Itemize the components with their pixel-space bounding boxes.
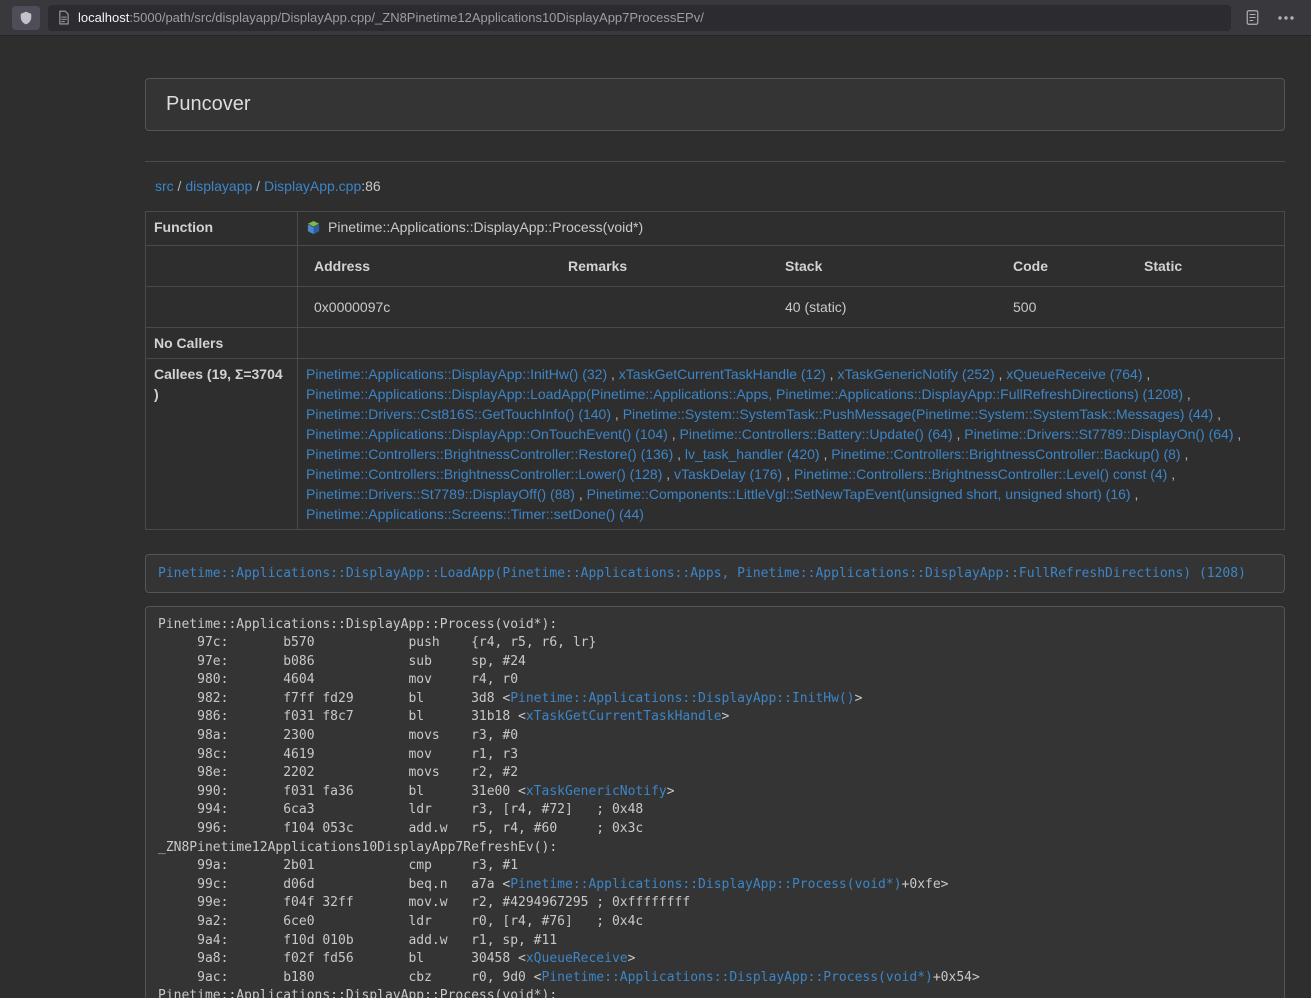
shield-icon bbox=[19, 10, 33, 26]
empty-label-cell bbox=[146, 286, 298, 327]
callee-separator: , bbox=[607, 366, 619, 382]
empty-label-cell bbox=[146, 245, 298, 286]
callee-separator: , bbox=[953, 426, 965, 442]
callee-link[interactable]: Pinetime::Controllers::BrightnessControl… bbox=[306, 466, 662, 482]
breadcrumb-separator: / bbox=[174, 178, 186, 194]
callees-list: Pinetime::Applications::DisplayApp::Init… bbox=[306, 364, 1276, 524]
callee-link[interactable]: Pinetime::Components::LittleVgl::SetNewT… bbox=[587, 486, 1131, 502]
callee-link[interactable]: Pinetime::Applications::DisplayApp::OnTo… bbox=[306, 426, 668, 442]
callee-link[interactable]: xTaskGetCurrentTaskHandle (12) bbox=[619, 366, 826, 382]
selected-callee-link[interactable]: Pinetime::Applications::DisplayApp::Load… bbox=[158, 566, 1246, 581]
callee-separator: , bbox=[1167, 466, 1175, 482]
reader-mode-icon bbox=[1245, 9, 1260, 26]
function-name: Pinetime::Applications::DisplayApp::Proc… bbox=[328, 217, 643, 237]
symbol-link[interactable]: xTaskGenericNotify bbox=[526, 784, 667, 799]
stat-value-stack: 40 (static) bbox=[777, 292, 1005, 322]
callee-link[interactable]: vTaskDelay (176) bbox=[674, 466, 782, 482]
callee-separator: , bbox=[673, 446, 685, 462]
callee-separator: , bbox=[1213, 406, 1221, 422]
callee-link[interactable]: xQueueReceive (764) bbox=[1006, 366, 1142, 382]
stat-header-stack: Stack bbox=[777, 251, 1005, 281]
callers-cell bbox=[298, 327, 1285, 358]
callee-separator: , bbox=[995, 366, 1007, 382]
menu-icon bbox=[1277, 15, 1295, 21]
table-row: Callees (19, Σ=3704 ) Pinetime::Applicat… bbox=[146, 358, 1285, 529]
browser-toolbar: localhost:5000/path/src/displayapp/Displ… bbox=[0, 0, 1311, 36]
cube-icon bbox=[306, 220, 321, 235]
callee-link[interactable]: Pinetime::Controllers::Battery::Update()… bbox=[680, 426, 953, 442]
table-row: 0x0000097c 40 (static)500 bbox=[146, 286, 1285, 327]
callee-separator: , bbox=[1183, 386, 1191, 402]
callee-link[interactable]: Pinetime::System::SystemTask::PushMessag… bbox=[623, 406, 1214, 422]
url-path: :5000/path/src/displayapp/DisplayApp.cpp… bbox=[129, 10, 704, 25]
breadcrumb-line-number: :86 bbox=[361, 178, 380, 194]
table-row: AddressRemarksStackCodeStatic bbox=[146, 245, 1285, 286]
breadcrumb-link-displayapp[interactable]: displayapp bbox=[185, 178, 252, 194]
callee-separator: , bbox=[662, 466, 674, 482]
stat-header-static: Static bbox=[1136, 251, 1276, 281]
stat-header-address: Address bbox=[306, 251, 560, 281]
symbol-link[interactable]: Pinetime::Applications::DisplayApp::Proc… bbox=[542, 970, 933, 985]
callee-separator: , bbox=[668, 426, 680, 442]
symbol-link[interactable]: Pinetime::Applications::DisplayApp::Init… bbox=[510, 691, 854, 706]
callee-link[interactable]: Pinetime::Controllers::BrightnessControl… bbox=[831, 446, 1180, 462]
callee-link[interactable]: Pinetime::Applications::DisplayApp::Init… bbox=[306, 366, 607, 382]
callee-link[interactable]: Pinetime::Applications::Screens::Timer::… bbox=[306, 506, 644, 522]
url-text: localhost:5000/path/src/displayapp/Displ… bbox=[78, 10, 704, 25]
breadcrumb-separator: / bbox=[252, 178, 264, 194]
page-icon bbox=[58, 10, 70, 25]
page-title: Puncover bbox=[166, 93, 251, 115]
reader-mode-button[interactable] bbox=[1239, 6, 1265, 30]
url-host: localhost bbox=[78, 10, 129, 25]
callee-link[interactable]: Pinetime::Drivers::St7789::DisplayOff() … bbox=[306, 486, 575, 502]
callees-cell: Pinetime::Applications::DisplayApp::Init… bbox=[298, 358, 1285, 529]
url-bar[interactable]: localhost:5000/path/src/displayapp/Displ… bbox=[48, 5, 1231, 31]
stats-value-row: 0x0000097c 40 (static)500 bbox=[306, 292, 1276, 322]
table-row: Function Pinetime::Applications::Display… bbox=[146, 212, 1285, 246]
callees-label: Callees (19, Σ=3704 ) bbox=[146, 358, 298, 529]
selected-callee-panel: Pinetime::Applications::DisplayApp::Load… bbox=[145, 554, 1285, 593]
callee-separator: , bbox=[782, 466, 794, 482]
page-content: Puncover src / displayapp / DisplayApp.c… bbox=[145, 78, 1285, 998]
tracking-protection-button[interactable] bbox=[12, 6, 40, 30]
callee-link[interactable]: Pinetime::Drivers::Cst816S::GetTouchInfo… bbox=[306, 406, 611, 422]
callee-link[interactable]: xTaskGenericNotify (252) bbox=[837, 366, 994, 382]
callee-separator: , bbox=[1234, 426, 1242, 442]
callee-separator: , bbox=[1131, 486, 1139, 502]
function-label: Function bbox=[146, 212, 298, 246]
callee-separator: , bbox=[820, 446, 832, 462]
menu-button[interactable] bbox=[1273, 6, 1299, 30]
callee-link[interactable]: lv_task_handler (420) bbox=[685, 446, 820, 462]
callee-link[interactable]: Pinetime::Drivers::St7789::DisplayOn() (… bbox=[964, 426, 1233, 442]
symbol-link[interactable]: Pinetime::Applications::DisplayApp::Proc… bbox=[510, 877, 901, 892]
function-table: Function Pinetime::Applications::Display… bbox=[145, 211, 1285, 530]
stat-value-static bbox=[1136, 292, 1276, 322]
callee-separator: , bbox=[611, 406, 623, 422]
function-name-cell: Pinetime::Applications::DisplayApp::Proc… bbox=[298, 212, 1285, 246]
breadcrumb-link-displayapp.cpp[interactable]: DisplayApp.cpp bbox=[264, 178, 361, 194]
stats-value-cell: 0x0000097c 40 (static)500 bbox=[298, 286, 1285, 327]
disassembly-pre: Pinetime::Applications::DisplayApp::Proc… bbox=[145, 606, 1285, 998]
stats-header-cell: AddressRemarksStackCodeStatic bbox=[298, 245, 1285, 286]
breadcrumb: src / displayapp / DisplayApp.cpp:86 bbox=[145, 162, 1285, 211]
callee-separator: , bbox=[1142, 366, 1150, 382]
callee-separator: , bbox=[826, 366, 838, 382]
stat-header-code: Code bbox=[1005, 251, 1136, 281]
stat-header-remarks: Remarks bbox=[560, 251, 777, 281]
symbol-link[interactable]: xQueueReceive bbox=[526, 951, 628, 966]
stat-value-remarks bbox=[560, 292, 777, 322]
stats-header-row: AddressRemarksStackCodeStatic bbox=[306, 251, 1276, 281]
callee-separator: , bbox=[575, 486, 587, 502]
breadcrumb-link-src[interactable]: src bbox=[155, 178, 174, 194]
callee-link[interactable]: Pinetime::Controllers::BrightnessControl… bbox=[794, 466, 1167, 482]
stat-value-address: 0x0000097c bbox=[306, 292, 560, 322]
table-row: No Callers bbox=[146, 327, 1285, 358]
callee-separator: , bbox=[1181, 446, 1189, 462]
app-header: Puncover bbox=[145, 78, 1285, 131]
no-callers-label: No Callers bbox=[146, 327, 298, 358]
callee-link[interactable]: Pinetime::Controllers::BrightnessControl… bbox=[306, 446, 673, 462]
stat-value-code: 500 bbox=[1005, 292, 1136, 322]
symbol-link[interactable]: xTaskGetCurrentTaskHandle bbox=[526, 709, 722, 724]
callee-link[interactable]: Pinetime::Applications::DisplayApp::Load… bbox=[306, 386, 1183, 402]
